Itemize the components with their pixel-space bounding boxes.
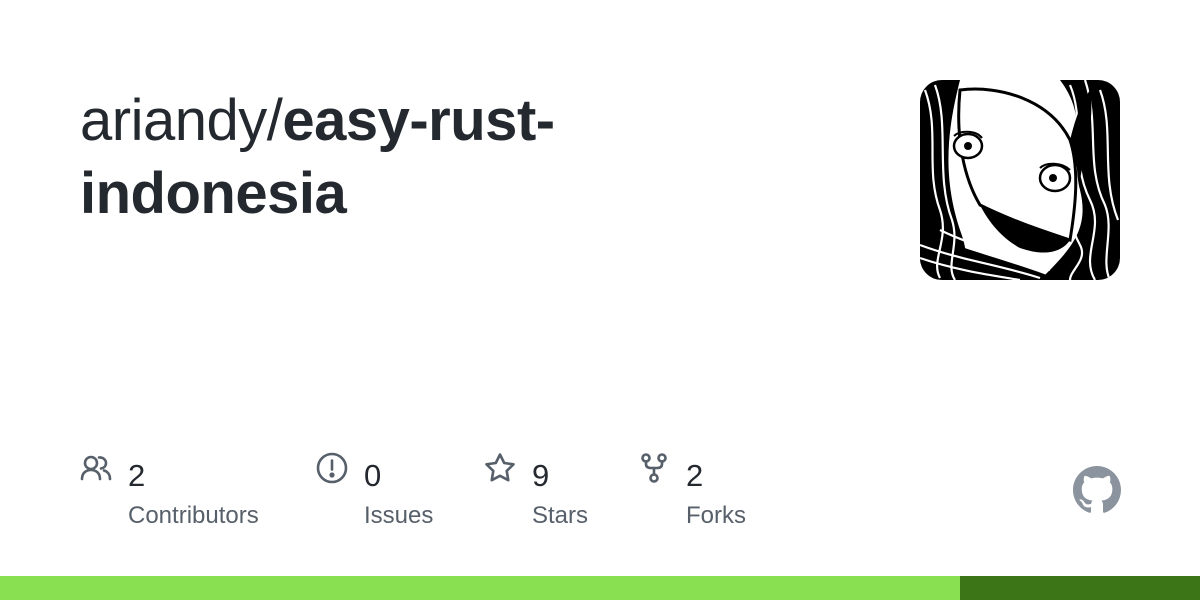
issue-opened-icon	[316, 452, 348, 484]
repo-owner: ariandy/	[80, 88, 283, 153]
owner-avatar	[920, 80, 1120, 280]
language-bar-segment	[960, 576, 1200, 600]
github-mark-icon[interactable]	[1073, 466, 1121, 514]
stars-count: 9	[532, 458, 550, 493]
forks-label: Forks	[686, 502, 746, 529]
language-bar	[0, 576, 1200, 600]
star-icon	[485, 453, 515, 482]
repo-forked-icon	[641, 453, 667, 483]
language-bar-segment	[0, 576, 960, 600]
forks-count: 2	[686, 458, 704, 493]
issues-count: 0	[364, 458, 382, 493]
contributors-label: Contributors	[128, 502, 259, 529]
repo-title: ariandy/easy-rust-indonesia	[80, 84, 680, 230]
people-icon	[80, 455, 112, 481]
stars-label: Stars	[532, 502, 589, 529]
issues-label: Issues	[364, 502, 434, 529]
contributors-count: 2	[128, 458, 146, 493]
